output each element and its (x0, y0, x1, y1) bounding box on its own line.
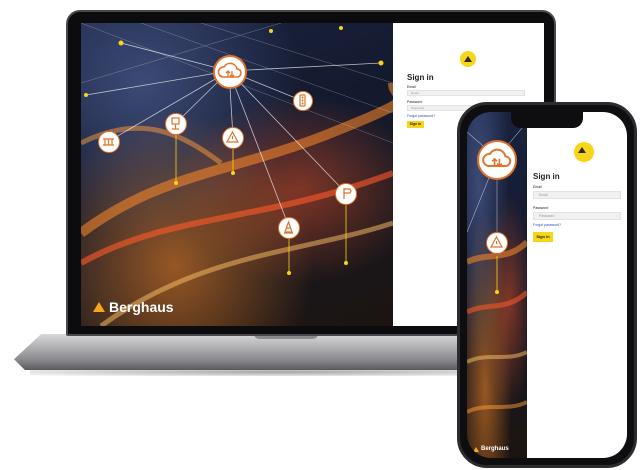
brand-logo: Berghaus (93, 299, 174, 315)
sensor-icon (165, 113, 187, 135)
phone-brand-logo: Berghaus (473, 446, 509, 452)
railing-icon (98, 131, 120, 153)
cloud-sync-icon (213, 55, 247, 89)
email-field[interactable]: Email (407, 90, 525, 96)
phone-password-field[interactable]: Password (533, 212, 621, 220)
password-label: Password (407, 100, 423, 104)
device-mockup: Berghaus Sign in Email Email Password Pa… (0, 0, 640, 470)
phone-password-label: Password (533, 206, 549, 210)
phone-app-logo-icon (574, 142, 594, 162)
phone-brand-triangle-icon (473, 446, 479, 452)
warning-icon (222, 127, 244, 149)
brand-name: Berghaus (109, 299, 174, 315)
signpost-icon (335, 183, 357, 205)
hero-image: Berghaus (81, 23, 393, 326)
phone-signin-button[interactable]: Sign in (533, 232, 553, 242)
signin-title: Sign in (407, 73, 434, 82)
traffic-cone-icon (278, 217, 300, 239)
traffic-light-icon (293, 91, 313, 111)
phone-hero-image: Berghaus (467, 112, 527, 458)
phone-login-panel: Sign in Email Email Password Password Fo… (527, 112, 627, 458)
phone-cloud-sync-icon (477, 140, 517, 180)
email-label: Email (407, 85, 416, 89)
app-logo-icon (460, 51, 476, 67)
forgot-password-link[interactable]: Forgot password? (407, 114, 435, 118)
phone-notch (511, 112, 583, 128)
phone-screen: Berghaus Sign in Email Email Password Pa… (467, 112, 627, 458)
brand-triangle-icon (93, 302, 105, 312)
phone-warning-icon (486, 232, 508, 254)
phone-brand-name: Berghaus (481, 446, 509, 452)
phone-email-field[interactable]: Email (533, 191, 621, 199)
phone-signin-title: Sign in (533, 172, 560, 181)
phone-forgot-password-link[interactable]: Forgot password? (533, 223, 561, 227)
phone: Berghaus Sign in Email Email Password Pa… (457, 102, 637, 468)
signin-button[interactable]: Sign in (407, 121, 424, 128)
phone-email-label: Email (533, 185, 542, 189)
